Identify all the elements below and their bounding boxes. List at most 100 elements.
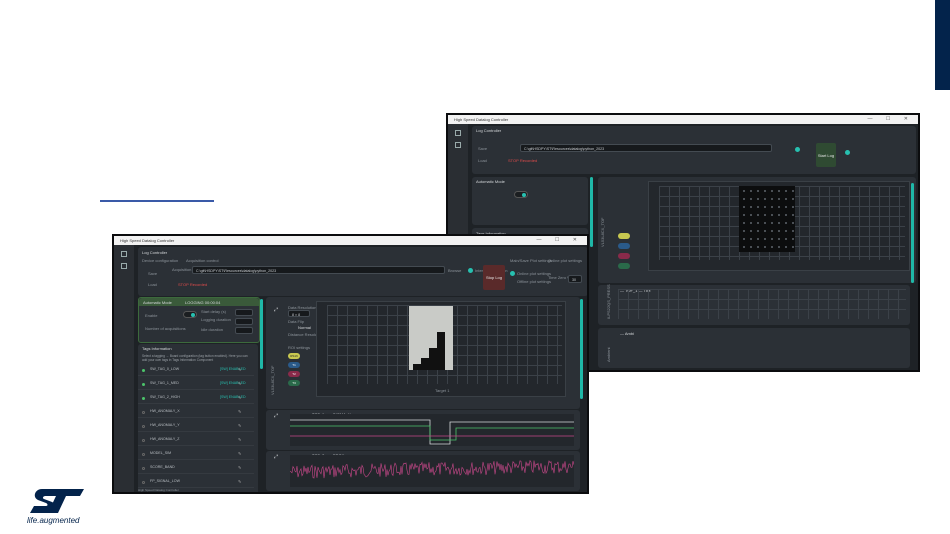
- log-nav-icon[interactable]: [455, 130, 461, 136]
- tag-edit-icon[interactable]: ✎: [238, 437, 241, 442]
- tof-side-label: VL53L8CX_TOF: [600, 217, 605, 248]
- brand-tagline: life.augmented: [27, 516, 80, 525]
- tof-heatmap-plot: [648, 181, 910, 271]
- right-scrollbar[interactable]: [911, 183, 914, 283]
- roi-chip-rs16[interactable]: RS16: [288, 353, 300, 359]
- online-plot-radio[interactable]: [845, 150, 850, 155]
- slide-accent-bar: [935, 0, 950, 90]
- tags-note: Select a tagging → Board configuration (…: [142, 354, 248, 362]
- idle-duration-label: Idle duration: [201, 327, 224, 332]
- slide-hyperlink-underline[interactable]: [100, 200, 214, 202]
- tag-name: HW_ANOMALY_Y: [150, 423, 180, 427]
- online-plot-radio[interactable]: [510, 271, 515, 276]
- plot-settings-label: Main/Save Plot settings: [510, 258, 552, 263]
- tag-edit-icon[interactable]: ✎: [238, 479, 241, 484]
- tag-row[interactable]: SW_TAG_0_LOW [SW] ENABLED ✎: [138, 366, 254, 376]
- save-button[interactable]: Save: [148, 271, 157, 276]
- roi-chip-t1[interactable]: T1: [288, 362, 300, 368]
- tof-heatmap-dark-col: [429, 348, 437, 370]
- back-title-bar: High Speed Datalog Controller — ☐ ✕: [448, 115, 918, 124]
- tag-status-dot[interactable]: [142, 453, 145, 456]
- tag-row[interactable]: SCORE_BAND ✎: [138, 464, 254, 474]
- expand-icon[interactable]: ⤢: [274, 307, 278, 313]
- start-delay-field[interactable]: [235, 309, 253, 316]
- tag-status-dot[interactable]: [142, 383, 145, 386]
- tag-edit-icon[interactable]: ✎: [238, 451, 241, 456]
- prox-plot-panel: ⤢ TOF_2 — ~PROX: [266, 451, 580, 491]
- load-button[interactable]: Load: [478, 158, 487, 163]
- tag-edit-icon[interactable]: ✎: [238, 367, 241, 372]
- left-scrollbar[interactable]: [590, 177, 593, 247]
- ambient-legend: — Ambi: [620, 331, 635, 336]
- acquisition-folder-field[interactable]: C:\git\HSDPY\ST\Resources\datalog\python…: [520, 144, 772, 152]
- right-scrollbar[interactable]: [580, 299, 583, 399]
- auto-enable-toggle[interactable]: [183, 311, 197, 318]
- back-auto-mode-pane: Automatic Mode: [472, 177, 588, 225]
- save-button[interactable]: Save: [478, 146, 487, 151]
- tag-row[interactable]: SW_TAG_1_MED [SW] ENABLED ✎: [138, 380, 254, 390]
- front-app-window: High Speed Datalog Controller — ☐ ✕ Log …: [112, 234, 589, 494]
- tag-edit-icon[interactable]: ✎: [238, 465, 241, 470]
- roi-chip-4[interactable]: [618, 263, 630, 269]
- window-controls[interactable]: — ☐ ✕: [537, 236, 583, 245]
- tag-status-dot[interactable]: [142, 467, 145, 470]
- tag-status-dot[interactable]: [142, 439, 145, 442]
- tag-name: SCORE_BAND: [150, 465, 175, 469]
- window-title: High Speed Datalog Controller: [454, 117, 509, 122]
- roi-chip-2[interactable]: [618, 243, 630, 249]
- auto-mode-title: Automatic Mode: [476, 179, 505, 184]
- time-window-field[interactable]: 30: [568, 275, 582, 283]
- tag-status-dot[interactable]: [142, 411, 145, 414]
- tag-edit-icon[interactable]: ✎: [238, 409, 241, 414]
- roi-chip-1[interactable]: [618, 233, 630, 239]
- expand-icon[interactable]: ⤢: [274, 413, 278, 419]
- tag-name: FP_SIGNAL_LOW: [150, 479, 180, 483]
- tag-row[interactable]: FP_SIGNAL_LOW ✎: [138, 478, 254, 488]
- tags-pane: Tags Information Select a tagging → Boar…: [138, 344, 258, 492]
- tof-panel: ⤢ VL53L8CX_TOF Data Resolution 8 × 8 Dat…: [266, 297, 580, 409]
- sigma-line-plot: [290, 414, 574, 446]
- back-press-panel: ILPS22QS_PRESS — TOF_1 — TIM: [598, 284, 910, 325]
- roi-chip-3[interactable]: [618, 253, 630, 259]
- window-title: High Speed Datalog Controller: [120, 238, 175, 243]
- stop-log-button[interactable]: Stop Log: [483, 265, 505, 290]
- left-scrollbar[interactable]: [260, 299, 263, 369]
- back-ambient-panel: Ambient — Ambi: [598, 328, 910, 368]
- front-title-bar: High Speed Datalog Controller — ☐ ✕: [114, 236, 587, 245]
- number-acquisitions-label: Number of acquisitions: [145, 326, 186, 331]
- tag-edit-icon[interactable]: ✎: [238, 381, 241, 386]
- settings-nav-icon[interactable]: [455, 142, 461, 148]
- roi-chip-t3[interactable]: T3: [288, 380, 300, 386]
- tag-edit-icon[interactable]: ✎: [238, 423, 241, 428]
- tag-status-dot[interactable]: [142, 369, 145, 372]
- roi-chip-t2[interactable]: T2: [288, 371, 300, 377]
- tag-row[interactable]: MODEL_SIM ✎: [138, 450, 254, 460]
- data-flip-value[interactable]: Normal: [298, 325, 311, 330]
- footer-text: High Speed Datalog Controller: [138, 488, 179, 492]
- acquisition-folder-field[interactable]: C:\git\HSDPY\ST\Resources\datalog\python…: [192, 266, 445, 274]
- tag-edit-icon[interactable]: ✎: [238, 395, 241, 400]
- interface-radio[interactable]: [468, 268, 473, 273]
- tag-row[interactable]: HW_ANOMALY_X ✎: [138, 408, 254, 418]
- interface-radio[interactable]: [795, 147, 800, 152]
- logging-duration-field[interactable]: [235, 318, 253, 325]
- tag-status-dot[interactable]: [142, 397, 145, 400]
- browse-button[interactable]: Browse: [448, 268, 461, 273]
- start-log-button[interactable]: Start Log: [816, 143, 836, 167]
- expand-icon[interactable]: ⤢: [274, 454, 278, 460]
- tag-row[interactable]: HW_ANOMALY_Z ✎: [138, 436, 254, 446]
- settings-nav-icon[interactable]: [121, 263, 127, 269]
- auto-enable-toggle[interactable]: [514, 191, 528, 198]
- online-settings-label: Online plot settings: [548, 258, 583, 263]
- tag-status-dot[interactable]: [142, 425, 145, 428]
- idle-duration-field[interactable]: [235, 327, 253, 334]
- tag-row[interactable]: SW_TAG_2_HIGH [SW] ENABLED ✎: [138, 394, 254, 404]
- tag-row[interactable]: HW_ANOMALY_Y ✎: [138, 422, 254, 432]
- stop-status: STOP Recorded: [178, 282, 208, 287]
- data-format-select[interactable]: 8 × 8: [288, 310, 310, 317]
- log-controller-pane: Log Controller Device configuration Acqu…: [138, 247, 587, 296]
- load-button[interactable]: Load: [148, 282, 157, 287]
- tag-status-dot[interactable]: [142, 481, 145, 484]
- window-controls[interactable]: — ☐ ✕: [868, 115, 914, 124]
- log-nav-icon[interactable]: [121, 251, 127, 257]
